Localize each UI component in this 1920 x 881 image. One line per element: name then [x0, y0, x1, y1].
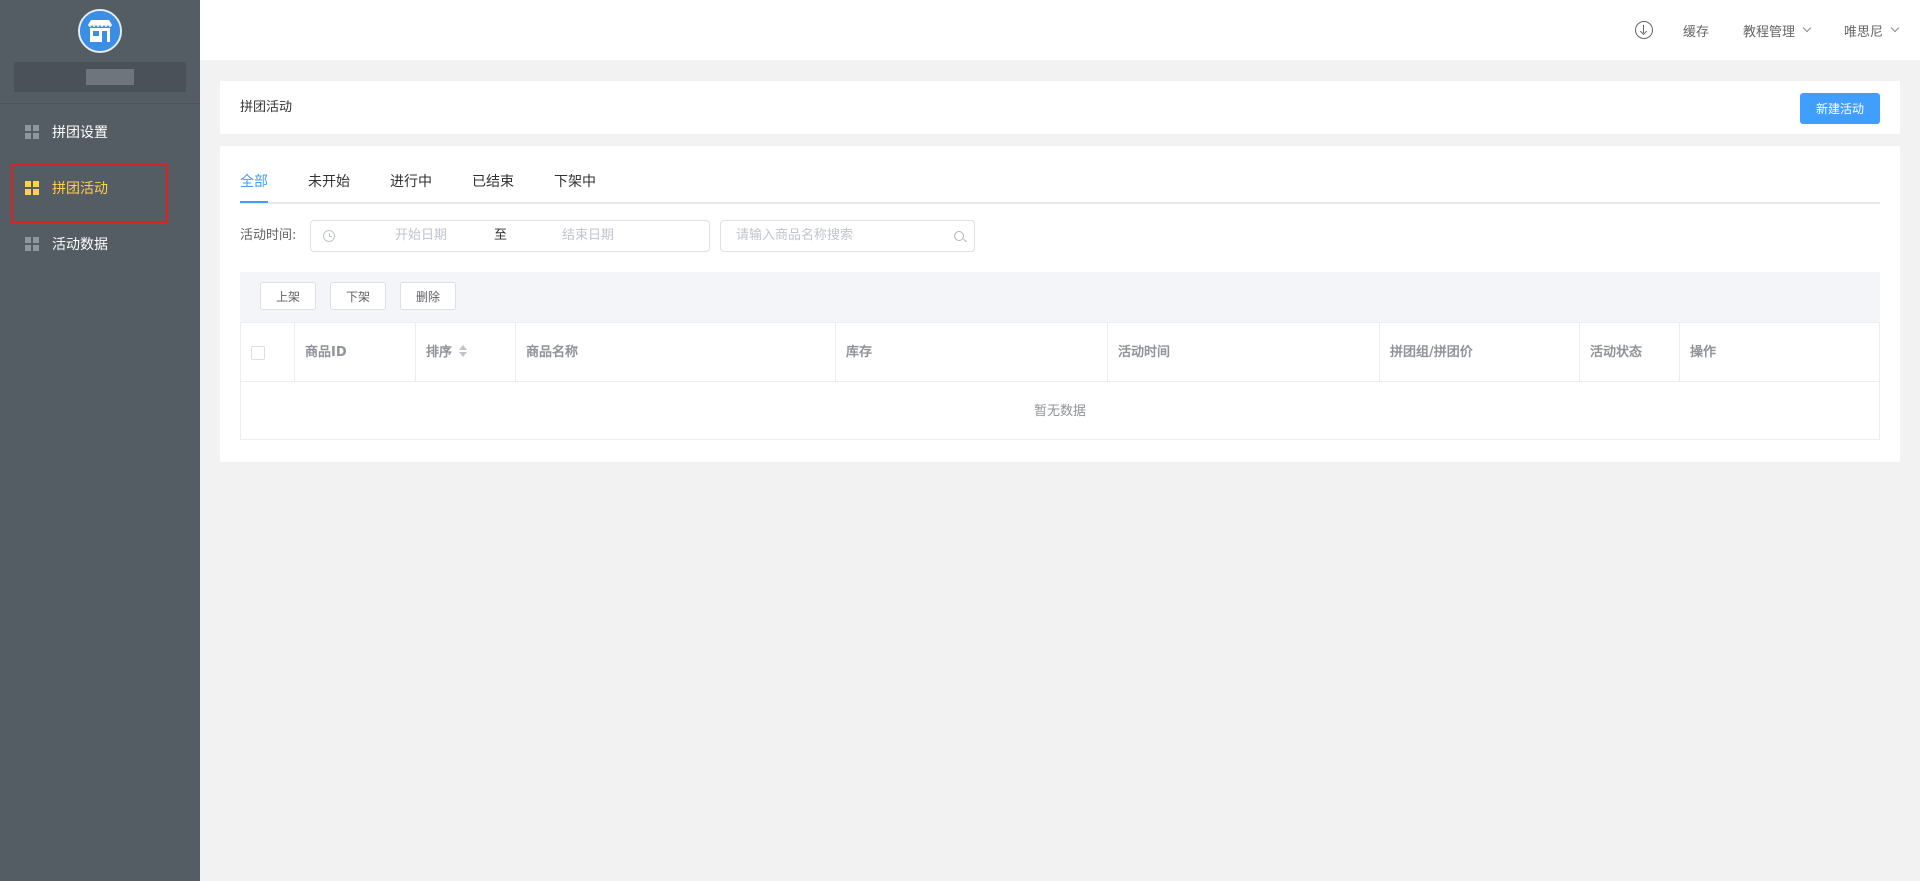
top-header: 缓存 教程管理 唯思尼 [200, 0, 1920, 60]
activity-time-label: 活动时间: [240, 228, 297, 243]
tab-ended[interactable]: 已结束 [472, 168, 514, 204]
tab-in-progress[interactable]: 进行中 [390, 168, 432, 204]
delete-button[interactable]: 删除 [400, 282, 456, 310]
chevron-down-icon [1802, 23, 1812, 33]
activity-table: 商品ID 排序 商品名称 库存 活动时间 拼团组/拼团价 活动状态 操作 暂无数… [240, 322, 1880, 440]
highlight-annotation-box [11, 164, 168, 223]
sort-caret-icon[interactable] [458, 345, 468, 357]
select-all-cell [241, 323, 295, 382]
sidebar-item-group-settings[interactable]: 拼团设置 [0, 104, 200, 160]
end-date-input[interactable]: 结束日期 [523, 221, 653, 251]
column-product-name: 商品名称 [516, 323, 836, 382]
select-all-checkbox[interactable] [251, 346, 265, 360]
tutorial-label: 教程管理 [1742, 24, 1795, 40]
sidebar-item-label: 拼团设置 [52, 125, 108, 141]
product-search-input[interactable]: 请输入商品名称搜索 [720, 220, 975, 252]
status-tabs: 全部 未开始 进行中 已结束 下架中 [240, 168, 1880, 204]
user-dropdown[interactable]: 唯思尼 [1843, 21, 1900, 40]
shop-name-blurred [86, 69, 134, 85]
column-group-price: 拼团组/拼团价 [1380, 323, 1580, 382]
start-date-input[interactable]: 开始日期 [356, 221, 486, 251]
activity-list-card: 全部 未开始 进行中 已结束 下架中 活动时间: 开始日期 至 结束日期 请输入… [220, 146, 1900, 462]
clock-icon [323, 230, 335, 242]
column-sort-label: 排序 [426, 345, 453, 360]
header-actions: 缓存 教程管理 唯思尼 [1634, 0, 1900, 60]
shop-name-field [14, 62, 186, 92]
column-stock: 库存 [836, 323, 1108, 382]
on-shelf-button[interactable]: 上架 [260, 282, 316, 310]
tutorial-dropdown[interactable]: 教程管理 [1742, 21, 1812, 40]
new-activity-button[interactable]: 新建活动 [1800, 93, 1880, 124]
bulk-action-bar: 上架 下架 删除 [240, 272, 1880, 322]
cache-label: 缓存 [1682, 24, 1709, 40]
column-product-id: 商品ID [295, 323, 416, 382]
shop-store-icon [78, 9, 122, 53]
column-activity-status: 活动状态 [1580, 323, 1680, 382]
page-title: 拼团活动 [240, 100, 293, 115]
tab-not-started[interactable]: 未开始 [308, 168, 350, 204]
tab-off-shelf[interactable]: 下架中 [554, 168, 596, 204]
user-name: 唯思尼 [1843, 24, 1883, 40]
tab-all[interactable]: 全部 [240, 168, 268, 204]
off-shelf-button[interactable]: 下架 [330, 282, 386, 310]
date-range-picker[interactable]: 开始日期 至 结束日期 [310, 220, 710, 252]
grid-icon [25, 125, 39, 139]
column-sort[interactable]: 排序 [416, 323, 516, 382]
sidebar-item-activity-data[interactable]: 活动数据 [0, 216, 200, 272]
sidebar: 拼团设置 拼团活动 活动数据 [0, 0, 200, 881]
search-placeholder: 请输入商品名称搜索 [736, 228, 854, 243]
sidebar-item-label: 活动数据 [52, 237, 108, 253]
column-operations: 操作 [1690, 345, 1717, 360]
grid-icon [25, 237, 39, 251]
page-title-card: 拼团活动 新建活动 [220, 81, 1900, 134]
cache-link[interactable]: 缓存 [1683, 21, 1709, 40]
column-activity-time: 活动时间 [1108, 323, 1380, 382]
search-icon[interactable] [954, 231, 964, 241]
tab-active-indicator [240, 201, 268, 203]
table-header: 商品ID 排序 商品名称 库存 活动时间 拼团组/拼团价 活动状态 操作 [241, 323, 1879, 382]
download-circle-icon[interactable] [1634, 21, 1653, 39]
empty-state-text: 暂无数据 [1033, 404, 1086, 419]
date-separator: 至 [494, 228, 508, 243]
chevron-down-icon [1890, 23, 1900, 33]
